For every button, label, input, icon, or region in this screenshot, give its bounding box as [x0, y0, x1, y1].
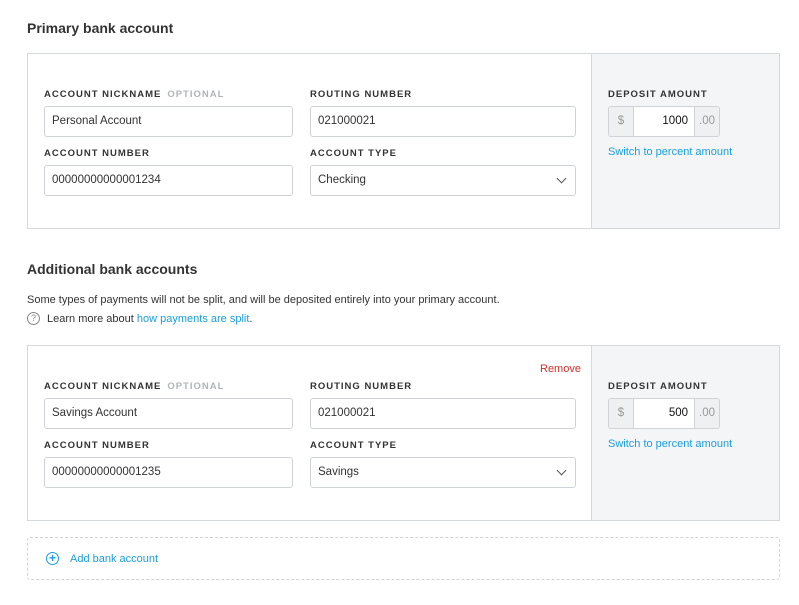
nickname-label: ACCOUNT NICKNAME OPTIONAL — [44, 381, 225, 392]
add-bank-account-button[interactable]: + Add bank account — [27, 537, 780, 580]
account-number-label: ACCOUNT NUMBER — [44, 440, 150, 451]
additional-title: Additional bank accounts — [27, 261, 198, 277]
deposit-label: DEPOSIT AMOUNT — [608, 89, 708, 100]
routing-input[interactable]: 021000021 — [310, 106, 576, 137]
deposit-panel: DEPOSIT AMOUNT $500.00 Switch to percent… — [591, 346, 779, 520]
routing-input[interactable]: 021000021 — [310, 398, 576, 429]
split-note: Some types of payments will not be split… — [27, 294, 500, 306]
nickname-label: ACCOUNT NICKNAME OPTIONAL — [44, 89, 225, 100]
nickname-input[interactable]: Personal Account — [44, 106, 293, 137]
account-number-label: ACCOUNT NUMBER — [44, 148, 150, 159]
account-number-input[interactable]: 00000000000001234 — [44, 165, 293, 196]
deposit-label: DEPOSIT AMOUNT — [608, 381, 708, 392]
routing-label: ROUTING NUMBER — [310, 381, 413, 392]
account-type-label: ACCOUNT TYPE — [310, 440, 397, 451]
routing-label: ROUTING NUMBER — [310, 89, 413, 100]
chevron-down-icon — [556, 465, 567, 476]
help-icon: ? — [27, 312, 40, 325]
deposit-amount-input[interactable]: $1000.00 — [608, 106, 720, 137]
deposit-amount-input[interactable]: $500.00 — [608, 398, 720, 429]
switch-percent-link[interactable]: Switch to percent amount — [608, 438, 732, 450]
account-type-select[interactable]: Checking — [310, 165, 576, 196]
deposit-panel: DEPOSIT AMOUNT $1000.00 Switch to percen… — [591, 54, 779, 228]
account-type-select[interactable]: Savings — [310, 457, 576, 488]
chevron-down-icon — [556, 173, 567, 184]
remove-button[interactable]: Remove — [540, 363, 581, 375]
switch-percent-link[interactable]: Switch to percent amount — [608, 146, 732, 158]
additional-account-card: Remove ACCOUNT NICKNAME OPTIONAL Savings … — [27, 345, 780, 521]
account-type-label: ACCOUNT TYPE — [310, 148, 397, 159]
nickname-input[interactable]: Savings Account — [44, 398, 293, 429]
split-link[interactable]: how payments are split — [137, 313, 250, 325]
primary-title: Primary bank account — [27, 20, 174, 36]
account-number-input[interactable]: 00000000000001235 — [44, 457, 293, 488]
primary-account-card: ACCOUNT NICKNAME OPTIONAL Personal Accoun… — [27, 53, 780, 229]
learn-more: ? Learn more about how payments are spli… — [27, 312, 252, 325]
plus-circle-icon: + — [46, 552, 59, 565]
